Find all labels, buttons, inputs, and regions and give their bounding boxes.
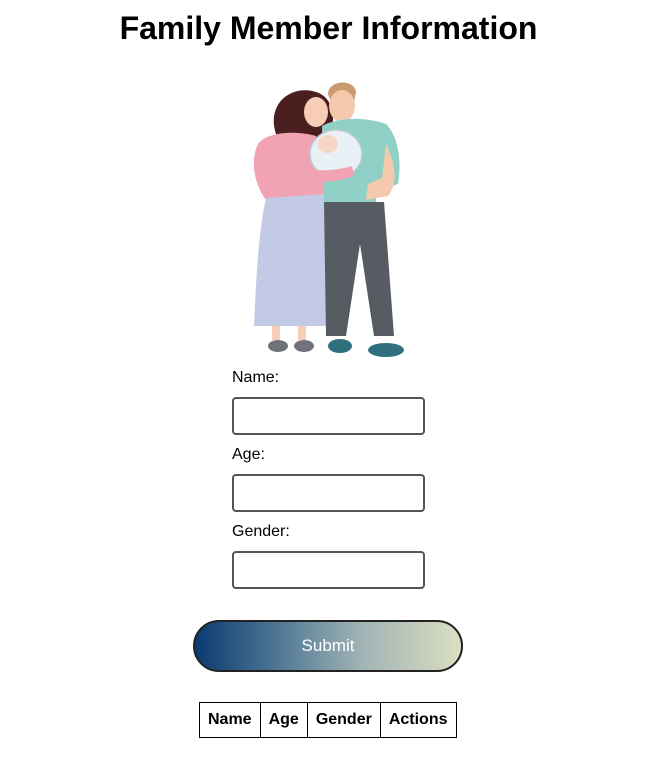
- column-header-age: Age: [259, 702, 308, 738]
- age-input[interactable]: [232, 474, 425, 512]
- column-header-name: Name: [199, 702, 261, 738]
- gender-label: Gender:: [232, 523, 290, 540]
- family-members-table: Name Age Gender Actions: [199, 702, 457, 738]
- page-title: Family Member Information: [119, 10, 538, 46]
- table-header-row: Name Age Gender Actions: [199, 702, 457, 738]
- family-illustration: [253, 82, 404, 357]
- name-input[interactable]: [232, 397, 425, 435]
- age-label: Age:: [232, 446, 265, 463]
- name-label: Name:: [232, 369, 280, 386]
- column-header-gender: Gender: [306, 702, 381, 738]
- submit-button[interactable]: Submit: [193, 620, 463, 672]
- gender-input[interactable]: [232, 551, 425, 589]
- column-header-actions: Actions: [379, 702, 457, 738]
- page: Family Member Information Name: Age: Gen…: [0, 0, 657, 762]
